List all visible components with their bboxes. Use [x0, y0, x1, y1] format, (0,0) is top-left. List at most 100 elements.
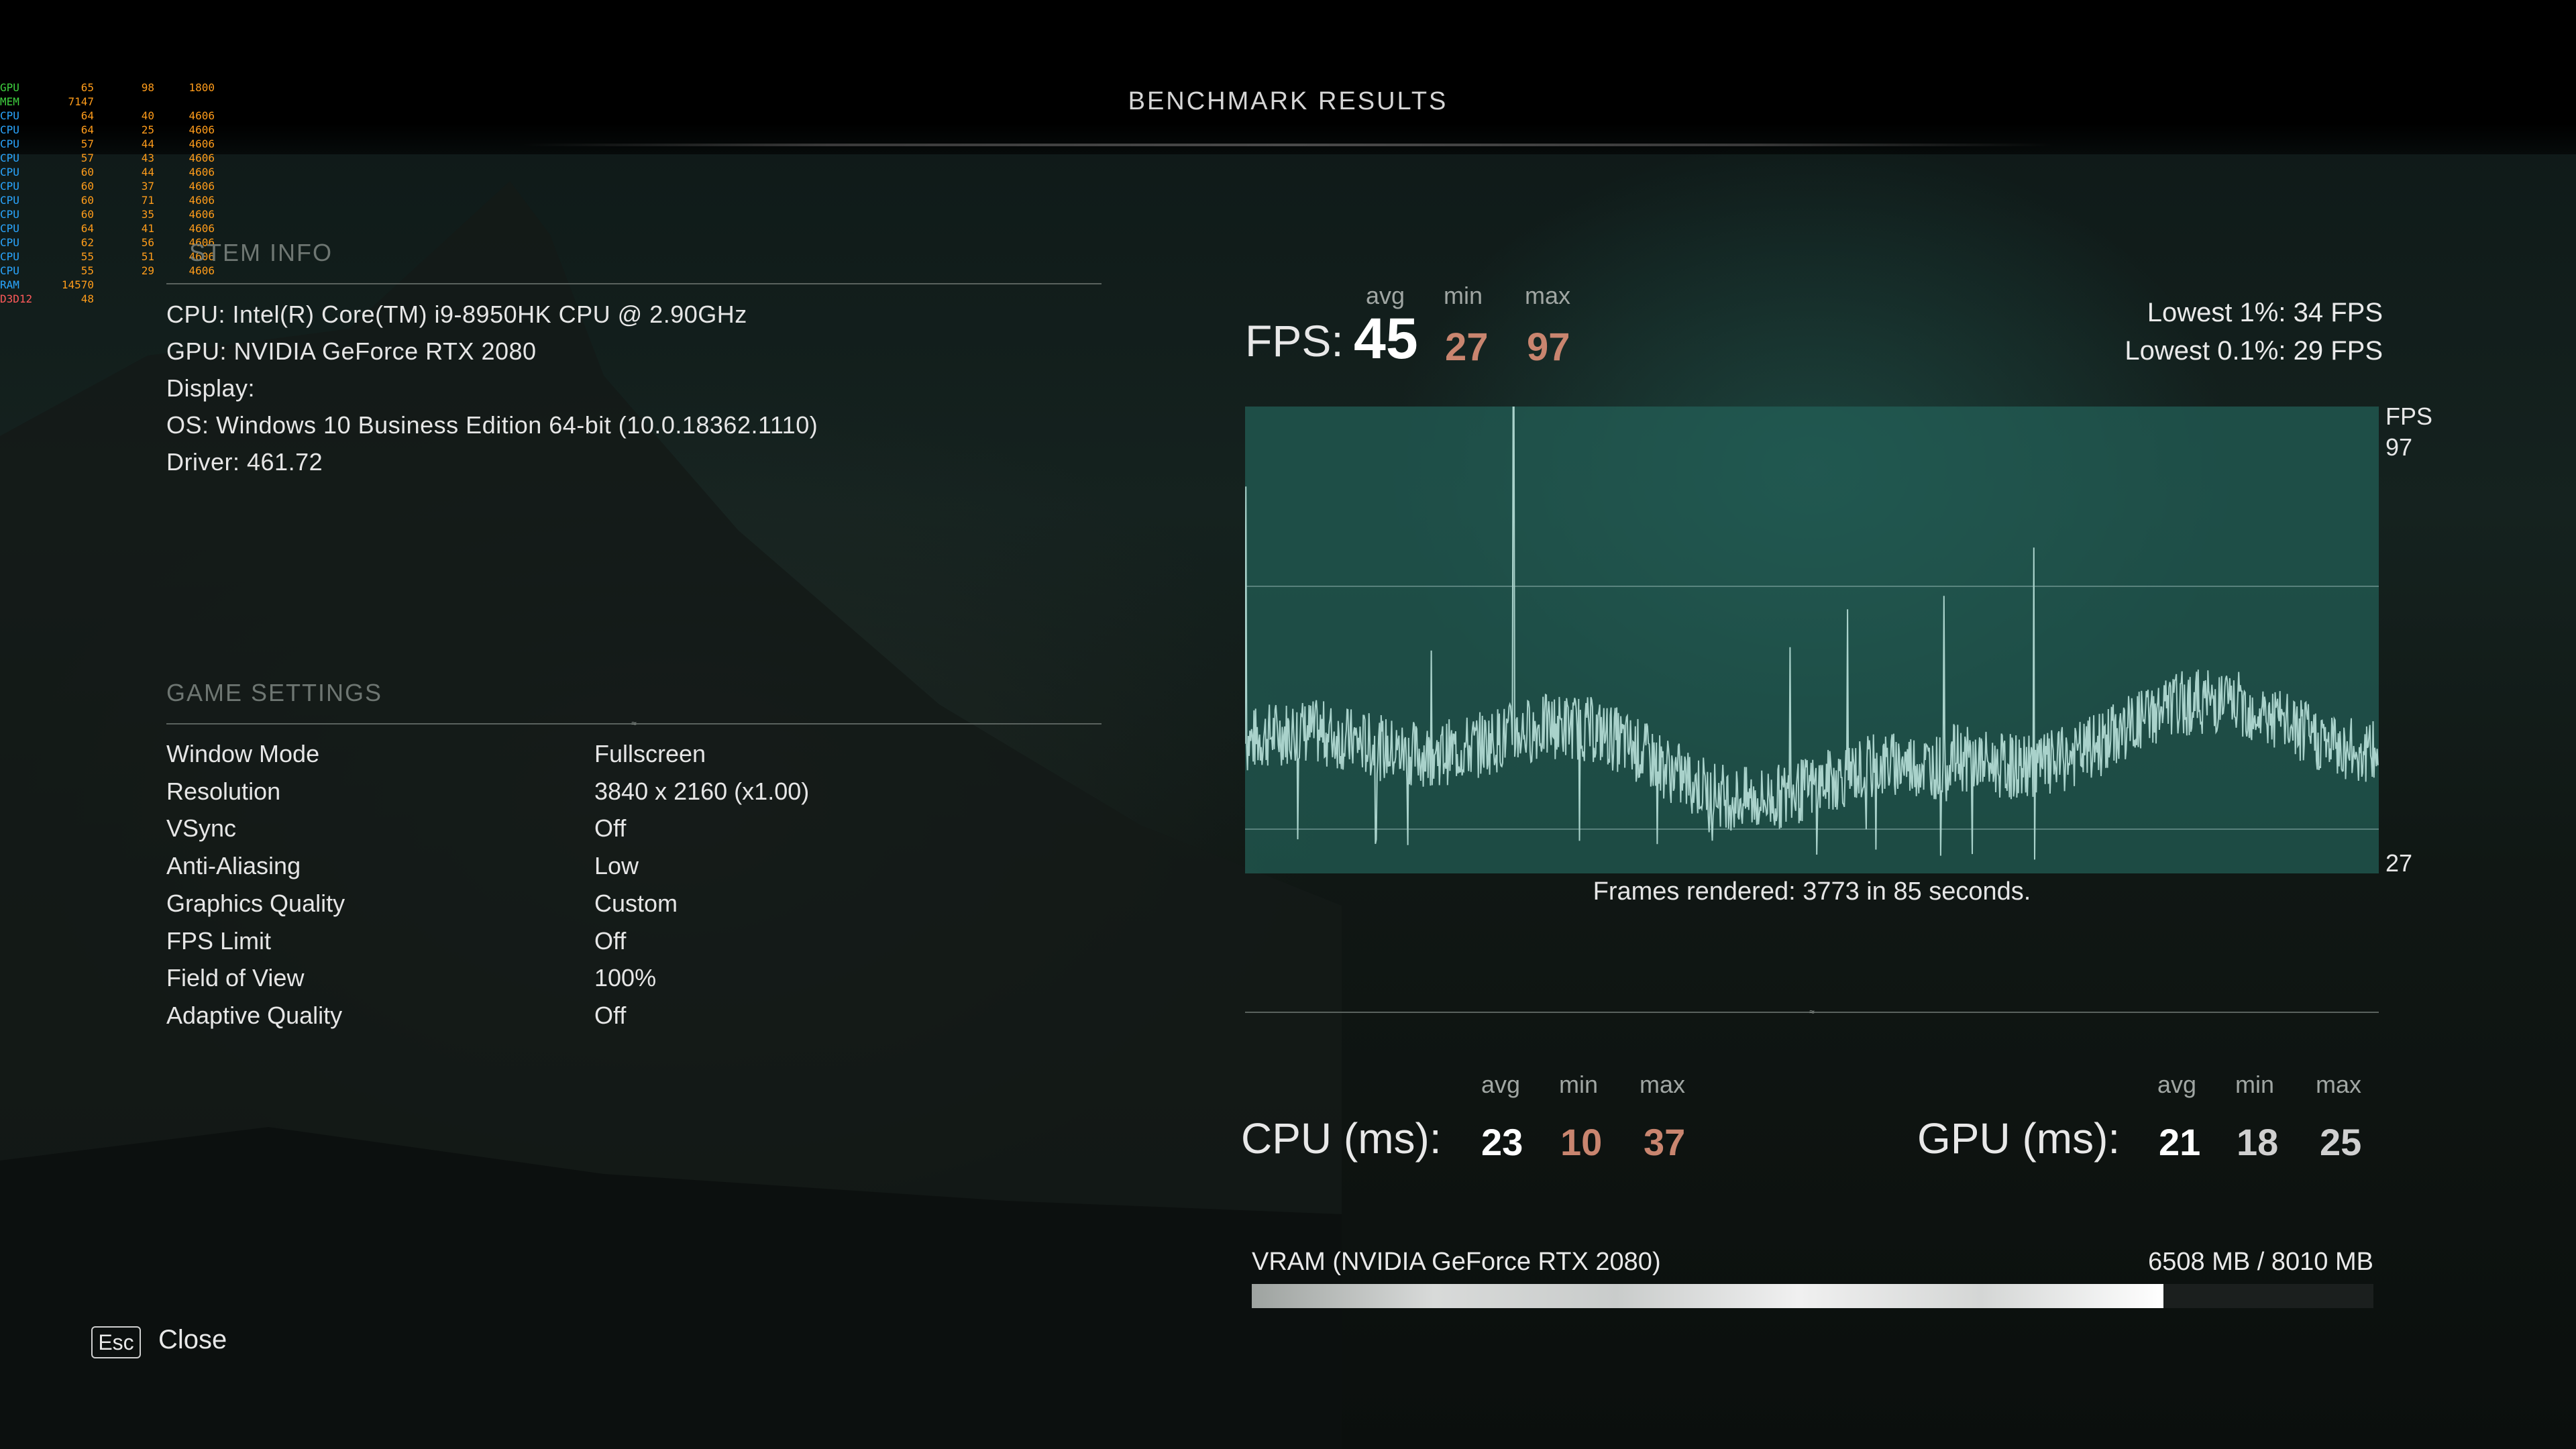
overlay-row: CPU 60 35 4606	[0, 207, 215, 221]
overlay-row-value	[94, 95, 154, 109]
overlay-row: CPU 60 37 4606	[0, 179, 215, 193]
overlay-row: CPU 57 43 4606	[0, 151, 215, 165]
overlay-row-name: CPU	[0, 180, 19, 193]
overlay-row-value: 4606	[189, 166, 215, 178]
setting-value: Custom	[594, 889, 678, 917]
overlay-row-value: 4606	[189, 208, 215, 221]
overlay-row-name: CPU	[0, 250, 19, 263]
cpu-min-value: 10	[1560, 1121, 1603, 1163]
overlay-row: CPU 64 25 4606	[0, 123, 215, 137]
overlay-row-value: 41	[141, 222, 154, 235]
gpu-info: GPU: NVIDIA GeForce RTX 2080	[166, 337, 537, 365]
overlay-row-name: CPU	[0, 152, 19, 164]
title-underline	[523, 144, 2053, 146]
overlay-row-name: CPU	[0, 264, 19, 277]
setting-label: Adaptive Quality	[166, 1001, 343, 1029]
overlay-row-value: 35	[141, 208, 154, 221]
overlay-row-name: CPU	[0, 109, 19, 122]
fps-chart-svg	[1244, 406, 2379, 860]
cpu-max-value: 37	[1644, 1121, 1686, 1163]
overlay-row-value: 1800	[189, 81, 215, 94]
overlay-row: CPU 55 51 4606	[0, 250, 215, 264]
overlay-row-value: 64	[80, 109, 94, 122]
overlay-row-value: 64	[80, 123, 94, 136]
overlay-row-value: 4606	[189, 138, 215, 150]
game-settings-divider: ≈	[166, 718, 1102, 728]
overlay-row: GPU 65 98 1800	[0, 80, 215, 95]
fps-chart	[1244, 406, 2379, 873]
setting-value: Off	[594, 814, 627, 843]
overlay-row-value: 4606	[189, 194, 215, 207]
setting-value: Off	[594, 1001, 627, 1029]
overlay-row-value: 40	[141, 109, 154, 122]
frames-rendered-caption: Frames rendered: 3773 in 85 seconds.	[1593, 877, 2031, 906]
page-title: BENCHMARK RESULTS	[1128, 87, 1448, 115]
overlay-row: CPU 64 41 4606	[0, 221, 215, 235]
gpu-max-value: 25	[2320, 1121, 2362, 1163]
game-settings-title: GAME SETTINGS	[166, 679, 383, 706]
gpu-min-value: 18	[2237, 1121, 2279, 1163]
overlay-row-value: 57	[80, 138, 94, 150]
overlay-row-value: 55	[80, 250, 94, 263]
overlay-row: RAM 14570	[0, 278, 215, 292]
setting-label: Anti-Aliasing	[166, 852, 301, 880]
fps-label: FPS:	[1245, 316, 1344, 366]
setting-value: Low	[594, 852, 639, 880]
fps-series-line	[1244, 406, 2379, 860]
driver-info: Driver: 461.72	[166, 448, 323, 476]
overlay-row-value: 60	[80, 166, 94, 178]
cpu-max-header: max	[1640, 1071, 1686, 1098]
gpu-min-header: min	[2235, 1071, 2275, 1098]
overlay-row-value	[94, 292, 154, 306]
overlay-row-value: 14570	[61, 278, 94, 291]
overlay-row-name: CPU	[0, 208, 19, 221]
overlay-row-name: CPU	[0, 123, 19, 136]
overlay-row-value: 60	[80, 180, 94, 193]
overlay-row: CPU 64 40 4606	[0, 109, 215, 123]
overlay-row-value	[154, 278, 215, 292]
esc-key-icon[interactable]: Esc	[91, 1326, 141, 1358]
overlay-row-value: 64	[80, 222, 94, 235]
setting-value: Off	[594, 926, 627, 955]
overlay-row-value: 71	[141, 194, 154, 207]
setting-value: 100%	[594, 964, 657, 992]
performance-overlay: GPU 65 98 1800 MEM 7147 CPU 64 40 4606 CPU 64 25 4606…	[0, 80, 215, 306]
divider-ornament-icon: ≈	[631, 718, 637, 729]
cpu-avg-header: avg	[1481, 1071, 1521, 1098]
overlay-row: CPU 60 71 4606	[0, 193, 215, 207]
os-info: OS: Windows 10 Business Edition 64-bit (…	[166, 411, 818, 439]
overlay-row-name: CPU	[0, 236, 19, 249]
overlay-row-value: 7147	[68, 95, 94, 108]
fps-min-header: min	[1444, 282, 1483, 309]
overlay-row-value: 60	[80, 208, 94, 221]
fps-max-header: max	[1525, 282, 1571, 309]
overlay-row: CPU 62 56 4606	[0, 235, 215, 250]
setting-value: Fullscreen	[594, 740, 706, 767]
overlay-row-name: D3D12	[0, 292, 33, 305]
cpu-min-header: min	[1559, 1071, 1599, 1098]
divider-ornament-icon: ≈	[1809, 1006, 1815, 1017]
overlay-row-value: 65	[80, 81, 94, 94]
overlay-row-value: 62	[80, 236, 94, 249]
fps-min-value: 27	[1445, 325, 1489, 369]
overlay-row-value: 55	[80, 264, 94, 277]
overlay-row-value: 43	[141, 152, 154, 164]
overlay-row-name: CPU	[0, 138, 19, 150]
overlay-row-value: 60	[80, 194, 94, 207]
setting-value: 3840 x 2160 (x1.00)	[594, 777, 810, 805]
fps-max-value: 97	[1527, 325, 1570, 369]
overlay-row-name: GPU	[0, 81, 19, 94]
overlay-row-name: CPU	[0, 166, 19, 178]
overlay-row-value: 37	[141, 180, 154, 193]
setting-label: VSync	[166, 814, 237, 843]
overlay-row-value	[94, 278, 154, 292]
cpu-info: CPU: Intel(R) Core(TM) i9-8950HK CPU @ 2…	[166, 301, 747, 328]
overlay-row-name: CPU	[0, 194, 19, 207]
overlay-row-value: 4606	[189, 152, 215, 164]
gpu-ms-label: GPU (ms):	[1917, 1114, 2121, 1163]
vram-bar-fill	[1252, 1284, 2163, 1308]
overlay-row-value: 57	[80, 152, 94, 164]
gpu-avg-value: 21	[2159, 1121, 2201, 1163]
close-button[interactable]: Close	[158, 1325, 227, 1355]
gpu-max-header: max	[2316, 1071, 2362, 1098]
